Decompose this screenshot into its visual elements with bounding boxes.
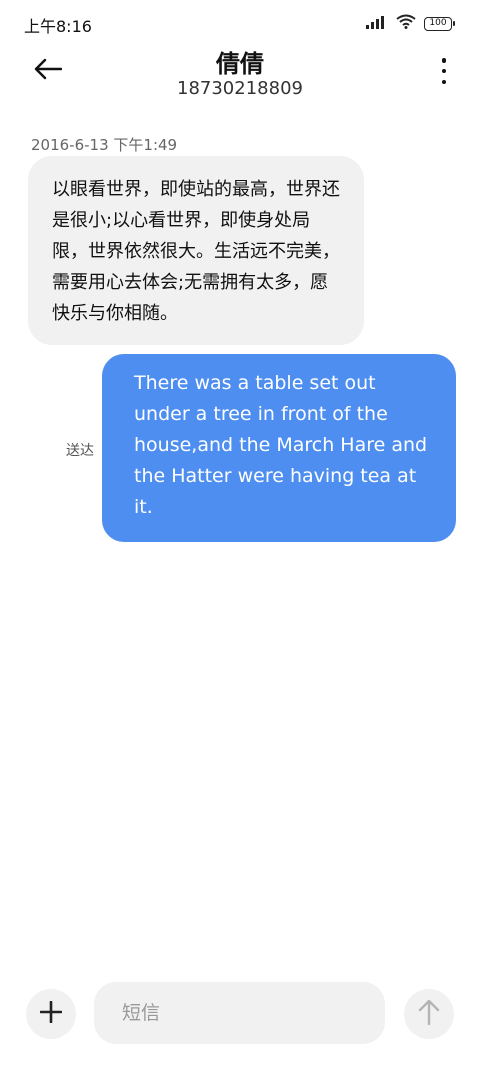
wifi-icon xyxy=(396,14,416,33)
send-arrow-icon xyxy=(418,999,440,1029)
add-attachment-button[interactable] xyxy=(26,989,76,1039)
status-icons: 100 xyxy=(366,14,455,33)
send-button[interactable] xyxy=(404,989,454,1039)
message-input[interactable] xyxy=(94,982,385,1044)
incoming-message-text: 以眼看世界，即使站的最高，世界还是很小;以心看世界，即使身处局限，世界依然很大。… xyxy=(52,179,340,324)
battery-icon: 100 xyxy=(424,16,455,31)
signal-icon xyxy=(366,14,388,33)
delivered-status: 送达 xyxy=(66,443,94,459)
contact-name: 倩倩 xyxy=(216,50,264,78)
outgoing-message-text: There was a table set out under a tree i… xyxy=(134,372,428,518)
message-timestamp: 2016-6-13 下午1:49 xyxy=(31,136,178,154)
outgoing-message-bubble[interactable]: There was a table set out under a tree i… xyxy=(102,354,456,542)
plus-icon xyxy=(39,1000,63,1027)
incoming-message-bubble[interactable]: 以眼看世界，即使站的最高，世界还是很小;以心看世界，即使身处局限，世界依然很大。… xyxy=(28,156,364,345)
status-time: 上午8:16 xyxy=(24,17,92,36)
more-vertical-icon xyxy=(441,58,447,84)
more-options-button[interactable] xyxy=(438,58,450,84)
conversation-header: 倩倩 18730218809 xyxy=(0,44,480,108)
contact-phone-number: 18730218809 xyxy=(177,78,303,99)
status-bar: 上午8:16 100 xyxy=(0,0,480,44)
